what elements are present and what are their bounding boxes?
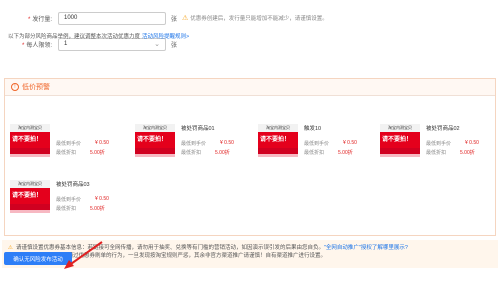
product-thumbnail: 淘宝内测宝贝 请不要拍！	[135, 124, 175, 160]
issue-hint: 优惠券创建后，发行量只能增加不能减少，请谨慎设置。	[190, 16, 328, 22]
product-item: 淘宝内测宝贝 请不要拍！ 被处罚商品03 最低到手价 ¥ 0.50 最低折扣 5.0…	[10, 180, 118, 220]
product-name: 被处罚商品02	[426, 126, 460, 132]
issue-input[interactable]: 1000	[58, 11, 166, 25]
product-item: 淘宝内测宝贝 请不要拍！ 被处罚商品02 最低到手价 ¥ 0.50 最低折扣 5.0…	[380, 124, 488, 164]
product-thumbnail: 淘宝内测宝贝 请不要拍！	[380, 124, 420, 160]
annotation-arrow-icon	[64, 241, 103, 269]
product-discount: 5.00折	[460, 150, 475, 156]
rules-link[interactable]: 活动风险提醒规则>	[142, 34, 189, 40]
product-discount: 5.00折	[90, 150, 105, 156]
product-price: ¥ 0.50	[95, 140, 109, 146]
product-item: 淘宝内测宝贝 请不要拍！ 最低到手价 ¥ 0.50 最低折扣 5.00折	[10, 124, 118, 164]
product-item: 淘宝内测宝贝 请不要拍！ 被处罚商品01 最低到手价 ¥ 0.50 最低折扣 5.0…	[135, 124, 243, 164]
product-discount: 5.00折	[90, 206, 105, 212]
limit-unit: 张	[171, 42, 178, 49]
warning-card-header: ! 低价预警	[5, 79, 495, 96]
warning-card-title: 低价预警	[22, 84, 50, 91]
chevron-down-icon: ⌄	[154, 40, 160, 48]
limit-label: * 每人限领:	[21, 42, 52, 49]
alert-icon: !	[11, 83, 19, 91]
issue-label: * 发行量:	[27, 16, 52, 23]
product-name: 被处罚商品03	[56, 182, 90, 188]
product-item: 淘宝内测宝贝 请不要拍！ 触发10 最低到手价 ¥ 0.50 最低折扣 5.00折	[258, 124, 366, 164]
product-price: ¥ 0.50	[95, 196, 109, 202]
product-discount: 5.00折	[338, 150, 353, 156]
notice-link[interactable]: "全网自动推广"授权了解哪里展示?	[324, 245, 408, 251]
product-price: ¥ 0.50	[220, 140, 234, 146]
product-thumbnail: 淘宝内测宝贝 请不要拍！	[10, 124, 50, 160]
issue-row: * 发行量: 1000 张 ⚠ 优惠券创建后，发行量只能增加不能减少，请谨慎设置。	[0, 11, 328, 25]
product-thumbnail: 淘宝内测宝贝 请不要拍！	[258, 124, 298, 160]
product-name: 触发10	[304, 126, 322, 132]
product-price: ¥ 0.50	[343, 140, 357, 146]
warning-subtitle: 以下为部分风险商品举例，建议调整本次活动优惠力度 活动风险提醒规则>	[8, 34, 190, 40]
product-discount: 5.00折	[215, 150, 230, 156]
product-thumbnail: 淘宝内测宝贝 请不要拍！	[10, 180, 50, 216]
issue-unit: 张	[171, 16, 178, 23]
product-name: 被处罚商品01	[181, 126, 215, 132]
warning-icon: ⚠	[8, 245, 13, 251]
warning-icon: ⚠	[182, 15, 189, 22]
product-price: ¥ 0.50	[465, 140, 479, 146]
